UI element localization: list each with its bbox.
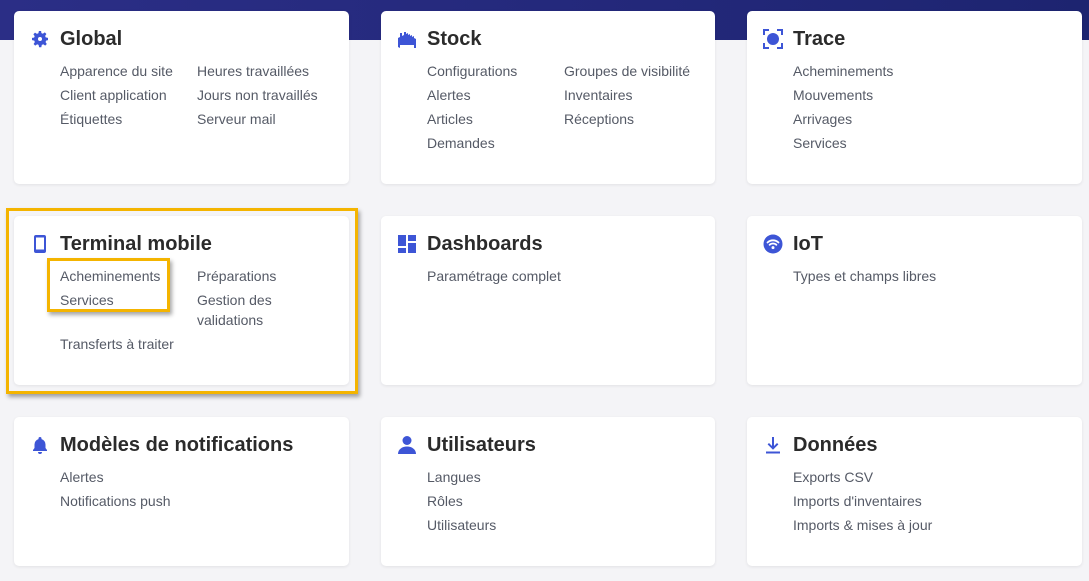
card-utilisateurs: Utilisateurs Langues Rôles Utilisateurs: [381, 417, 715, 566]
link-mouvements[interactable]: Mouvements: [793, 85, 893, 105]
card-title-utilisateurs: Utilisateurs: [427, 433, 536, 456]
card-header[interactable]: Global: [30, 27, 122, 51]
card-header[interactable]: Dashboards: [397, 232, 543, 256]
card-iot: IoT Types et champs libres: [747, 216, 1082, 385]
card-title-iot: IoT: [793, 232, 823, 255]
link-imports-et-mises-a-jour[interactable]: Imports & mises à jour: [793, 515, 932, 535]
link-notifications-push[interactable]: Notifications push: [60, 491, 171, 511]
link-imports-d-inventaires[interactable]: Imports d'inventaires: [793, 491, 932, 511]
link-alertes[interactable]: Alertes: [60, 467, 171, 487]
link-parametrage-complet[interactable]: Paramétrage complet: [427, 266, 561, 286]
dashboard-icon: [397, 234, 417, 254]
link-etiquettes[interactable]: Étiquettes: [60, 109, 197, 129]
link-langues[interactable]: Langues: [427, 467, 496, 487]
link-apparence-du-site[interactable]: Apparence du site: [60, 61, 197, 81]
card-global: Global Apparence du site Client applicat…: [14, 11, 349, 184]
card-title-trace: Trace: [793, 27, 846, 50]
card-header[interactable]: Trace: [763, 27, 845, 51]
card-title-dashboards: Dashboards: [427, 232, 543, 255]
link-arrivages[interactable]: Arrivages: [793, 109, 893, 129]
mobile-icon: [30, 234, 50, 254]
link-types-et-champs-libres[interactable]: Types et champs libres: [793, 266, 936, 286]
card-stock: Stock Configurations Alertes Articles De…: [381, 11, 715, 184]
link-configurations[interactable]: Configurations: [427, 61, 564, 81]
link-client-application[interactable]: Client application: [60, 85, 197, 105]
link-alertes[interactable]: Alertes: [427, 85, 564, 105]
card-title-global: Global: [60, 27, 123, 50]
card-header[interactable]: Terminal mobile: [30, 232, 212, 256]
wifi-icon: [763, 234, 783, 254]
link-groupes-de-visibilite[interactable]: Groupes de visibilité: [564, 61, 690, 81]
link-roles[interactable]: Rôles: [427, 491, 496, 511]
link-heures-travaillees[interactable]: Heures travaillées: [197, 61, 318, 81]
card-trace: Trace Acheminements Mouvements Arrivages…: [747, 11, 1082, 184]
link-demandes[interactable]: Demandes: [427, 133, 564, 153]
card-header[interactable]: Stock: [397, 27, 481, 51]
user-icon: [397, 435, 417, 455]
link-articles[interactable]: Articles: [427, 109, 564, 129]
link-gestion-des-validations[interactable]: Gestion des validations: [197, 290, 287, 330]
link-acheminements[interactable]: Acheminements: [793, 61, 893, 81]
link-receptions[interactable]: Réceptions: [564, 109, 690, 129]
download-icon: [763, 435, 783, 455]
link-services[interactable]: Services: [793, 133, 893, 153]
link-jours-non-travailles[interactable]: Jours non travaillés: [197, 85, 318, 105]
link-transferts-a-traiter[interactable]: Transferts à traiter: [60, 334, 197, 354]
card-title-modeles-de-notifications: Modèles de notifications: [60, 433, 294, 456]
card-header[interactable]: Données: [763, 433, 877, 457]
gear-icon: [30, 29, 50, 49]
card-terminal-mobile: Terminal mobile Acheminements Services T…: [14, 216, 349, 385]
card-title-stock: Stock: [427, 27, 482, 50]
link-preparations[interactable]: Préparations: [197, 266, 287, 286]
card-header[interactable]: Modèles de notifications: [30, 433, 293, 457]
bell-icon: [30, 435, 50, 455]
card-modeles-de-notifications: Modèles de notifications Alertes Notific…: [14, 417, 349, 566]
card-title-donnees: Données: [793, 433, 878, 456]
card-header[interactable]: IoT: [763, 232, 823, 256]
link-exports-csv[interactable]: Exports CSV: [793, 467, 932, 487]
card-dashboards: Dashboards Paramétrage complet: [381, 216, 715, 385]
link-utilisateurs[interactable]: Utilisateurs: [427, 515, 496, 535]
card-donnees: Données Exports CSV Imports d'inventaire…: [747, 417, 1082, 566]
link-acheminements[interactable]: Acheminements: [60, 266, 197, 286]
card-title-terminal-mobile: Terminal mobile: [60, 232, 212, 255]
link-inventaires[interactable]: Inventaires: [564, 85, 690, 105]
card-header[interactable]: Utilisateurs: [397, 433, 536, 457]
warehouse-icon: [397, 29, 417, 49]
link-serveur-mail[interactable]: Serveur mail: [197, 109, 318, 129]
scan-icon: [763, 29, 783, 49]
link-services[interactable]: Services: [60, 290, 197, 310]
